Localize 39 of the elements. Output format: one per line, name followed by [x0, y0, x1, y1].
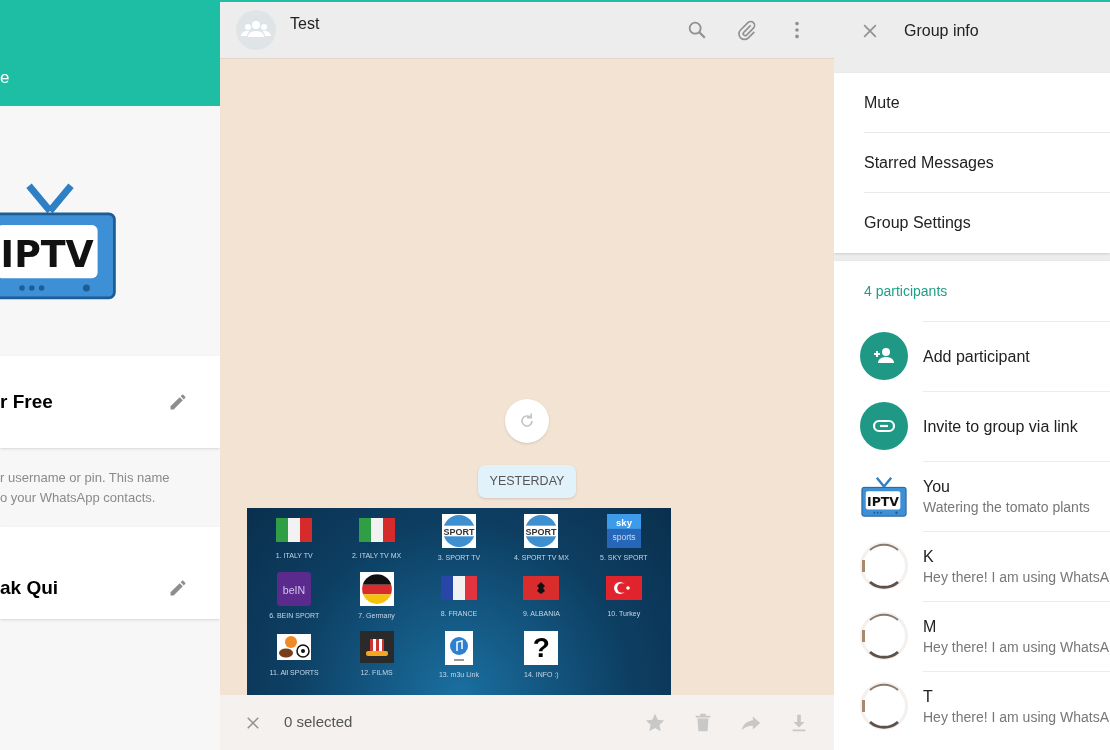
participant-status: Hey there! I am using WhatsA	[923, 707, 1110, 727]
selected-count: 0 selected	[284, 712, 354, 733]
participant-name: You	[923, 476, 951, 497]
chat-title: Test	[290, 15, 320, 32]
question-icon: ?	[524, 630, 559, 665]
hint-text: r username or pin. This name o your WhatsApp contacts.	[0, 468, 171, 507]
option-item[interactable]: Mute	[864, 90, 900, 115]
music-file-icon	[445, 630, 473, 665]
sport-logo: SPORT	[442, 514, 476, 548]
edit-icon[interactable]	[168, 392, 188, 412]
panel-title: Group info	[904, 20, 979, 41]
date-chip: YESTERDAY	[477, 465, 577, 498]
participant-status: Hey there! I am using WhatsA	[923, 637, 1110, 657]
add-person-icon	[860, 332, 908, 380]
participants-heading: 4 participants	[864, 281, 948, 301]
link-icon	[860, 402, 908, 450]
search-icon[interactable]	[686, 19, 708, 41]
action-item[interactable]: Invite to group via link	[923, 414, 1110, 439]
profile-text: r Free	[0, 389, 53, 414]
participant-name: T	[923, 686, 934, 707]
participant-name: K	[923, 546, 935, 567]
group-avatar-icon	[236, 10, 276, 50]
participant-status: Hey there! I am using WhatsA	[923, 567, 1110, 587]
popcorn-icon	[359, 630, 394, 663]
profile-text: ak Qui	[0, 575, 59, 600]
option-item[interactable]: Group Settings	[864, 211, 971, 235]
edit-icon[interactable]	[168, 578, 188, 598]
action-item[interactable]: Add participant	[923, 344, 1110, 369]
sport-logo: SPORT	[524, 514, 559, 548]
flag-icon	[359, 572, 394, 607]
header-title: e	[0, 69, 10, 86]
refresh-button[interactable]	[505, 399, 549, 444]
paperclip-icon[interactable]	[736, 19, 758, 41]
option-item[interactable]: Starred Messages	[864, 150, 994, 175]
shared-image[interactable]	[247, 508, 671, 695]
bein-logo: beIN	[277, 572, 312, 607]
participant-status: Watering the tomato plants	[923, 497, 1091, 517]
sky-logo: sky sports	[606, 514, 641, 548]
participant-name: M	[923, 616, 938, 637]
